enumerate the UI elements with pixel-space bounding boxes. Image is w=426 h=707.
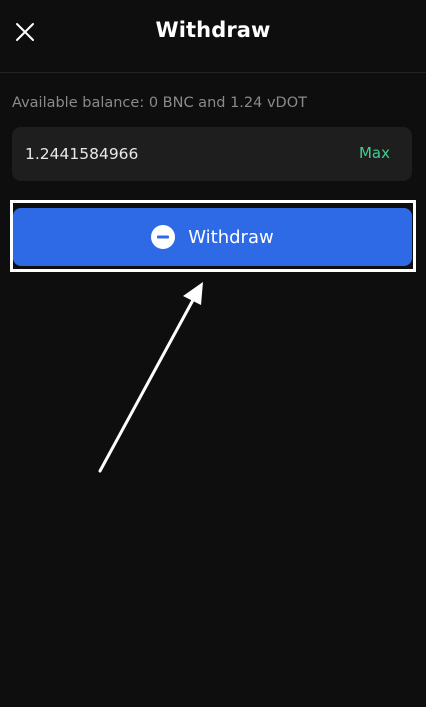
withdraw-button-label: Withdraw bbox=[188, 226, 274, 248]
amount-field: Max bbox=[12, 127, 412, 181]
available-balance-text: Available balance: 0 BNC and 1.24 vDOT bbox=[12, 95, 307, 111]
max-button[interactable]: Max bbox=[359, 144, 390, 162]
header: Withdraw bbox=[0, 0, 426, 73]
minus-circle-icon bbox=[151, 225, 176, 249]
page-title: Withdraw bbox=[155, 18, 271, 42]
withdraw-screen: Withdraw Available balance: 0 BNC and 1.… bbox=[0, 0, 426, 707]
withdraw-button[interactable]: Withdraw bbox=[13, 208, 412, 266]
amount-input[interactable] bbox=[25, 127, 325, 181]
